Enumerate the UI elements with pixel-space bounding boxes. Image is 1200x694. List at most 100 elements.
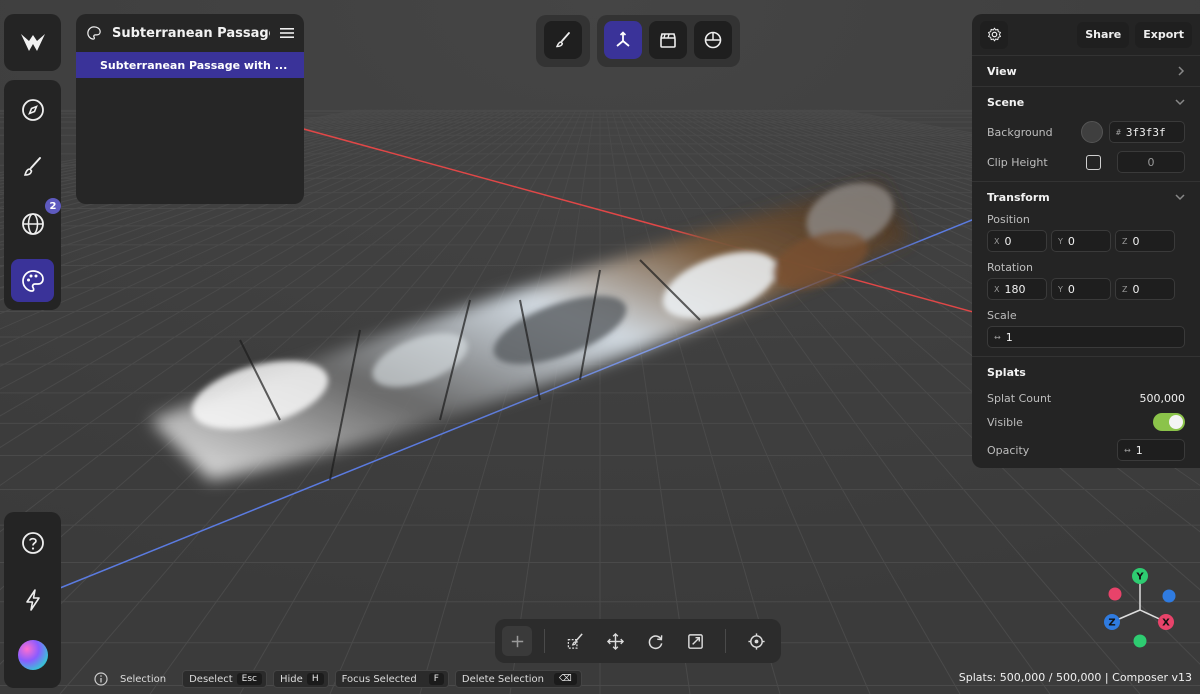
clip-height-checkbox[interactable] [1086,154,1101,170]
notification-badge: 2 [45,198,61,214]
shortcut-bar: Selection Deselect Esc Hide H Focus Sele… [94,669,582,689]
outliner-item[interactable]: Subterranean Passage with ... [76,52,304,78]
chevron-down-icon [1175,194,1185,201]
rotation-y-input[interactable]: Y0 [1051,278,1111,300]
menu-icon[interactable] [280,27,294,39]
axis-neg-y-handle[interactable] [1133,634,1147,648]
navigate-button[interactable] [11,88,54,131]
gear-icon [987,27,1001,42]
position-x-input[interactable]: X0 [987,230,1047,252]
brush-tool-button[interactable] [544,21,582,59]
globe-icon [21,212,44,235]
settings-button[interactable] [980,20,1008,49]
top-toolbar-right [597,15,740,67]
rotate-button[interactable] [640,626,670,656]
position-label: Position [987,213,1030,226]
bottom-toolbar [495,619,781,663]
background-hex-value: 3f3f3f [1125,125,1166,139]
rotation-x-input[interactable]: X 180 [987,278,1047,300]
axis-neg-x-handle[interactable] [1108,587,1122,601]
scale-icon [687,633,703,649]
properties-header: Share Export [972,14,1200,56]
position-y-input[interactable]: Y0 [1051,230,1111,252]
rotation-label: Rotation [987,261,1034,274]
scale-input[interactable]: ↔ 1 [987,326,1185,348]
crosshair-icon [747,632,765,650]
paint-button[interactable] [11,145,54,188]
scene-outliner: Subterranean Passage ... Subterranean Pa… [76,14,304,204]
scale-inputs: ↔ 1 [972,322,1200,348]
plus-icon [511,635,523,647]
palette-icon [21,269,44,292]
view-section-header[interactable]: View [972,56,1200,86]
scale-button[interactable] [680,626,710,656]
opacity-row: Opacity ↔ 1 [972,435,1200,465]
axis-z-label: Z [1108,618,1115,629]
world-button[interactable]: 2 [11,198,61,245]
move-button[interactable] [600,626,630,656]
select-brush-button[interactable] [560,626,590,656]
clip-height-value: 0 [1147,155,1155,169]
backspace-key-icon: ⌫ [554,673,577,685]
compass-icon [21,98,44,121]
help-button[interactable] [11,521,54,564]
axes-icon [616,31,630,47]
delete-selection-shortcut[interactable]: Delete Selection ⌫ [454,670,582,688]
view-section-title: View [987,64,1017,78]
chevron-right-icon [1178,66,1185,76]
opacity-label: Opacity [987,443,1030,457]
drag-arrows-icon: ↔ [1124,445,1131,455]
help-icon [21,531,44,554]
lightning-icon [25,588,40,611]
rotation-z-input[interactable]: Z0 [1115,278,1175,300]
animation-tool-button[interactable] [649,21,687,59]
position-inputs: X0 Y0 Z0 [972,226,1200,252]
focus-target-button[interactable] [741,626,771,656]
position-z-input[interactable]: Z0 [1115,230,1175,252]
add-button[interactable] [502,626,532,656]
clip-height-input[interactable]: 0 [1117,151,1185,173]
background-color-swatch[interactable] [1081,121,1103,143]
brush-icon [23,156,41,176]
chevron-down-icon [1175,99,1185,106]
scene-section-title: Scene [987,95,1025,109]
splat-count-row: Splat Count 500,000 [972,387,1200,409]
export-button[interactable]: Export [1135,21,1192,48]
info-icon [94,672,108,686]
transform-section-header[interactable]: Transform [972,182,1200,212]
sphere-tool-button[interactable] [694,21,732,59]
axis-neg-z-handle[interactable] [1162,589,1176,603]
opacity-input[interactable]: ↔ 1 [1117,439,1185,461]
rotation-inputs: X 180 Y0 Z0 [972,274,1200,300]
splats-section-header: Splats [972,357,1200,387]
rotate-icon [648,634,662,649]
splats-section-title: Splats [987,365,1026,379]
orientation-gizmo[interactable]: Y X Z [1100,564,1186,650]
appearance-button[interactable] [11,259,54,302]
power-button[interactable] [11,578,54,621]
clapperboard-icon [660,33,676,48]
outliner-header: Subterranean Passage ... [76,14,304,52]
transform-tool-button[interactable] [604,21,642,59]
avatar[interactable] [18,640,48,670]
focus-selected-shortcut[interactable]: Focus Selected F [334,670,449,688]
clip-height-label: Clip Height [987,155,1048,169]
splats-status: Splats: 500,000 / 500,000 | Composer v13 [958,671,1192,684]
top-toolbar-left [536,15,590,67]
sphere-icon [704,31,722,49]
nav-rail: 2 [4,80,61,310]
app-logo[interactable] [4,14,61,71]
background-row: Background # 3f3f3f [972,117,1200,147]
background-hex-input[interactable]: # 3f3f3f [1109,121,1185,143]
visible-label: Visible [987,415,1023,429]
outliner-title: Subterranean Passage ... [112,25,270,41]
visible-row: Visible [972,409,1200,435]
splat-count-label: Splat Count [987,391,1052,405]
visible-toggle[interactable] [1153,413,1185,431]
outliner-item-label: Subterranean Passage with ... [100,58,288,72]
scene-section-header[interactable]: Scene [972,87,1200,117]
deselect-shortcut[interactable]: Deselect Esc [182,670,267,688]
transform-section-title: Transform [987,190,1050,204]
share-button[interactable]: Share [1077,21,1130,48]
hide-shortcut[interactable]: Hide H [273,670,329,688]
